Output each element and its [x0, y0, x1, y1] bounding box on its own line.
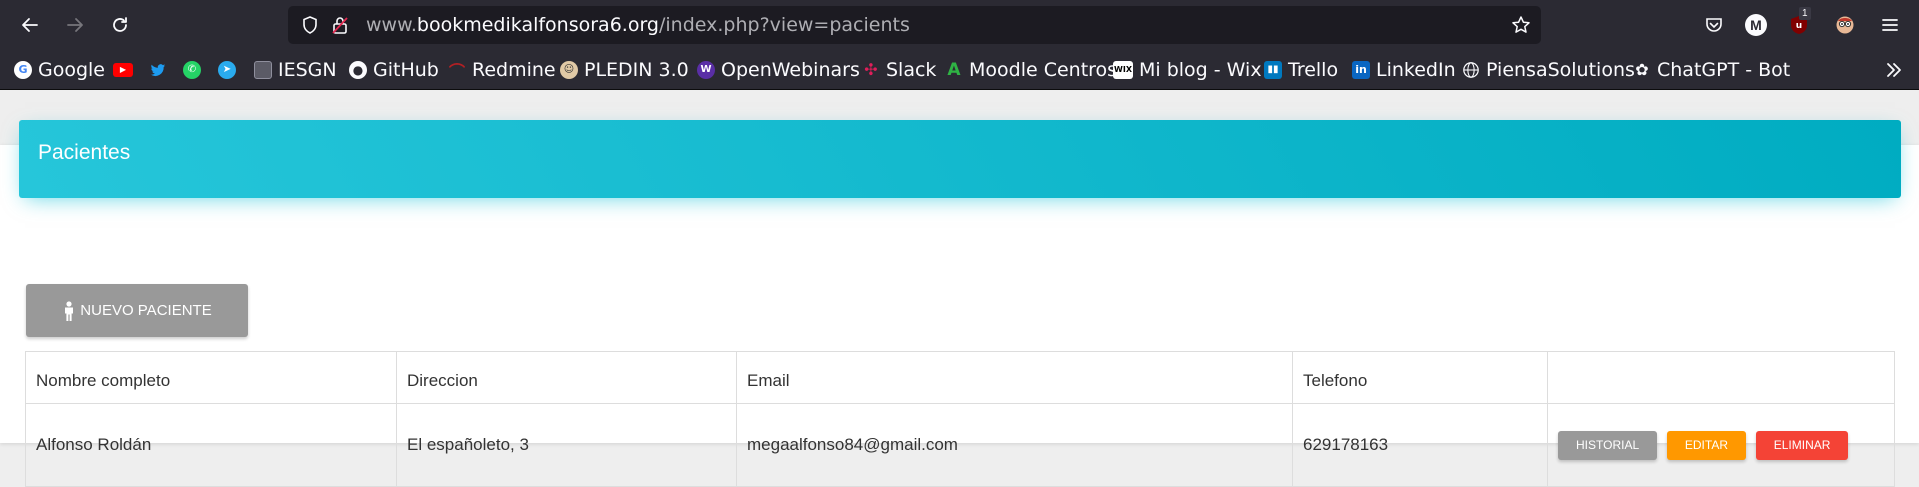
back-button[interactable]: [15, 10, 45, 40]
bookmark-iesgn[interactable]: IESGN: [254, 50, 337, 89]
bookmark-label: Redmine: [472, 58, 556, 81]
bookmarks-overflow-chevron-icon[interactable]: [1882, 58, 1906, 82]
page-icon: [254, 60, 272, 79]
card-header: Pacientes: [19, 120, 1901, 198]
bookmark-linkedin[interactable]: in LinkedIn: [1352, 50, 1456, 89]
bookmark-label: OpenWebinars: [721, 58, 860, 81]
bookmark-label: IESGN: [278, 58, 337, 81]
cell-name: Alfonso Roldán: [25, 403, 397, 487]
trello-icon: ▮▮: [1264, 60, 1282, 79]
google-icon: G: [14, 60, 32, 79]
bookmark-twitter[interactable]: [149, 50, 173, 89]
forward-button[interactable]: [60, 10, 90, 40]
linkedin-icon: in: [1352, 60, 1370, 79]
back-arrow-icon: [22, 18, 38, 32]
table-row: Alfonso Roldán El españoleto, 3 megaalfo…: [25, 403, 1895, 487]
bookmark-label: LinkedIn: [1376, 58, 1456, 81]
history-button[interactable]: HISTORIAL: [1558, 430, 1658, 460]
github-icon: ●: [349, 60, 367, 79]
lock-icon[interactable]: [330, 15, 350, 35]
bookmark-chatgpt[interactable]: ✿ ChatGPT - Bot: [1633, 50, 1790, 89]
bookmark-label: GitHub: [373, 58, 439, 81]
page-content: NUEVO PACIENTE Nombre completo Direccion…: [0, 90, 1919, 487]
table-header-row: Nombre completo Direccion Email Telefono: [25, 351, 1895, 404]
slack-icon: ✣: [864, 60, 878, 79]
bookmark-label: Moodle Centros: [969, 58, 1118, 81]
bookmark-label: Google: [38, 58, 106, 81]
youtube-icon: ▶: [113, 62, 133, 77]
bookmark-github[interactable]: ● GitHub: [349, 50, 439, 89]
cell-actions: HISTORIAL EDITAR ELIMINAR: [1547, 403, 1895, 487]
cell-phone: 629178163: [1292, 403, 1548, 487]
url-domain: bookmedikalfonsora6.org: [416, 14, 659, 36]
bookmarks-bar: G Google ▶ ✆ ➤ IESGN ● GitHub ⌒ Redmine ☺ PL…: [0, 50, 1919, 90]
bookmark-label: PLEDIN 3.0: [584, 58, 689, 81]
bookmark-whatsapp[interactable]: ✆: [183, 50, 207, 89]
telegram-icon: ➤: [218, 60, 236, 79]
bookmark-label: ChatGPT - Bot: [1657, 58, 1791, 81]
twitter-icon: [149, 61, 167, 79]
bookmark-star-icon[interactable]: [1511, 15, 1531, 35]
pocket-icon[interactable]: [1701, 12, 1727, 38]
header-name: Nombre completo: [25, 351, 397, 404]
bookmark-telegram[interactable]: ➤: [218, 50, 242, 89]
edit-button[interactable]: EDITAR: [1666, 430, 1746, 460]
chatgpt-icon: ✿: [1635, 60, 1649, 79]
wix-icon: WIX: [1113, 60, 1133, 79]
extension-badge: 1: [1799, 7, 1811, 20]
delete-button[interactable]: ELIMINAR: [1755, 430, 1849, 460]
new-patient-label: NUEVO PACIENTE: [80, 302, 212, 319]
header-phone: Telefono: [1292, 351, 1548, 404]
bookmark-wix[interactable]: WIX Mi blog - Wix: [1113, 50, 1262, 89]
reload-icon: [113, 17, 127, 32]
bookmark-youtube[interactable]: ▶: [113, 50, 139, 89]
bookmark-moodle[interactable]: A Moodle Centros: [945, 50, 1117, 89]
page-title: Pacientes: [38, 141, 131, 164]
bookmark-redmine[interactable]: ⌒ Redmine: [448, 50, 556, 89]
openwebinars-icon: W: [697, 60, 715, 79]
bookmark-openwebinars[interactable]: W OpenWebinars: [697, 50, 860, 89]
forward-arrow-icon: [67, 18, 83, 32]
bookmark-trello[interactable]: ▮▮ Trello: [1264, 50, 1338, 89]
header-email: Email: [736, 351, 1293, 404]
whatsapp-icon: ✆: [183, 60, 201, 79]
cell-email: megaalfonso84@gmail.com: [736, 403, 1293, 487]
browser-toolbar: www.bookmedikalfonsora6.org/index.php?vi…: [0, 0, 1919, 50]
reload-button[interactable]: [105, 10, 135, 40]
extension-face-icon[interactable]: [1832, 12, 1858, 38]
bookmark-piensasolutions[interactable]: PiensaSolutions: [1462, 50, 1635, 89]
globe-icon: [1462, 61, 1480, 79]
url-text[interactable]: www.bookmedikalfonsora6.org/index.php?vi…: [366, 6, 910, 44]
new-patient-button[interactable]: NUEVO PACIENTE: [26, 284, 248, 337]
url-prefix: www.: [366, 14, 417, 36]
url-path: /index.php?view=pacients: [659, 14, 910, 36]
svg-text:u: u: [1796, 21, 1802, 31]
bookmark-google[interactable]: G Google: [14, 50, 105, 89]
pledin-icon: ☺: [560, 60, 578, 79]
menu-hamburger-icon[interactable]: [1877, 12, 1903, 38]
bookmark-label: Slack: [886, 58, 937, 81]
profile-button[interactable]: M: [1743, 12, 1769, 38]
redmine-icon: ⌒: [448, 61, 465, 81]
bookmark-label: Mi blog - Wix: [1139, 58, 1262, 81]
bookmark-slack[interactable]: ✣ Slack: [862, 50, 936, 89]
patients-table: Nombre completo Direccion Email Telefono…: [25, 351, 1895, 487]
person-icon: [65, 300, 74, 321]
cell-address: El españoleto, 3: [396, 403, 737, 487]
header-actions: [1547, 351, 1895, 404]
moodle-icon: A: [947, 59, 961, 80]
shield-icon[interactable]: [300, 15, 320, 35]
header-address: Direccion: [396, 351, 737, 404]
bookmark-label: Trello: [1288, 58, 1339, 81]
profile-avatar: M: [1745, 14, 1767, 36]
url-bar[interactable]: www.bookmedikalfonsora6.org/index.php?vi…: [288, 6, 1541, 44]
bookmark-pledin[interactable]: ☺ PLEDIN 3.0: [560, 50, 689, 89]
bookmark-label: PiensaSolutions: [1486, 58, 1635, 81]
